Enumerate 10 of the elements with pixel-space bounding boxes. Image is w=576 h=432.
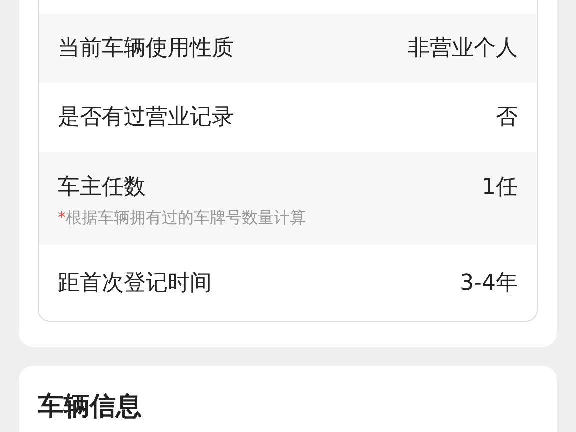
row-value: 1任	[482, 174, 518, 202]
section-title: 车辆信息	[38, 392, 142, 422]
row-label: 当前车辆使用性质	[58, 35, 234, 63]
row-value: 非营业个人	[408, 35, 518, 63]
row-label: 距首次登记时间	[58, 270, 212, 298]
row-note: *根据车辆拥有过的车牌号数量计算	[58, 207, 307, 229]
row-value: 否	[496, 104, 518, 132]
row-label: 是否有过营业记录	[58, 104, 234, 132]
row-value: 3-4年	[460, 270, 518, 298]
row-label: 车主任数	[58, 174, 146, 202]
